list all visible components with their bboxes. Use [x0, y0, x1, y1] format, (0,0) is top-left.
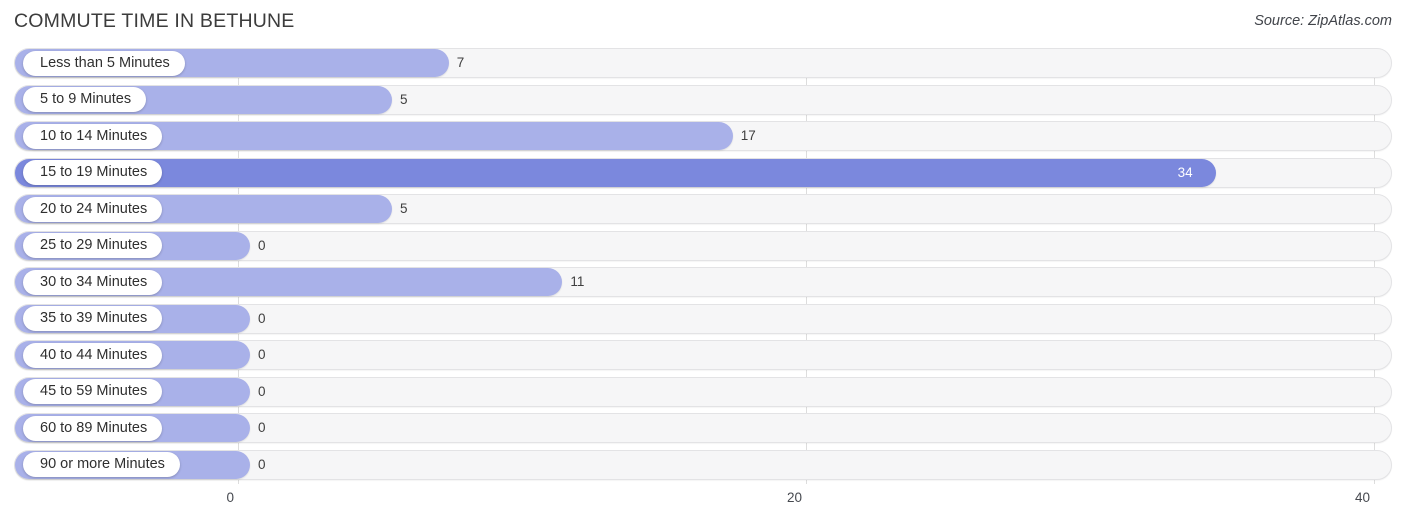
bar-value-label: 17 — [740, 128, 756, 143]
x-axis-tick-label: 40 — [1354, 490, 1370, 505]
page-title: COMMUTE TIME IN BETHUNE — [14, 10, 295, 32]
bar-row[interactable]: 10 to 14 Minutes 17 — [0, 121, 1406, 151]
bar-row[interactable]: 90 or more Minutes 0 — [0, 449, 1406, 480]
bar-value-label: 5 — [400, 91, 408, 107]
bar-row[interactable]: Less than 5 Minutes 7 — [0, 48, 1406, 78]
category-label: 20 to 24 Minutes — [23, 196, 163, 222]
bar[interactable] — [15, 158, 1216, 187]
bar-row[interactable]: 15 to 19 Minutes 34 — [0, 157, 1406, 188]
bar-value-label: 0 — [258, 420, 266, 435]
category-label: 10 to 14 Minutes — [23, 123, 163, 149]
bar-row[interactable]: 25 to 29 Minutes 0 — [0, 230, 1406, 261]
chart-page: COMMUTE TIME IN BETHUNE Source: ZipAtlas… — [0, 0, 1406, 523]
bar-row[interactable]: 30 to 34 Minutes 11 — [0, 267, 1406, 297]
bar-value-label: 5 — [400, 201, 408, 216]
bar-row[interactable]: 35 to 39 Minutes 0 — [0, 303, 1406, 334]
category-label: 30 to 34 Minutes — [23, 269, 163, 295]
x-axis-tick-label: 0 — [226, 490, 234, 505]
bar-row[interactable]: 5 to 9 Minutes 5 — [0, 84, 1406, 115]
category-label: 60 to 89 Minutes — [23, 415, 163, 441]
category-label: 90 or more Minutes — [23, 452, 180, 477]
category-label: 35 to 39 Minutes — [23, 306, 163, 331]
bar-value-label: 7 — [456, 55, 465, 70]
category-label: 15 to 19 Minutes — [23, 160, 163, 185]
bar-rows: Less than 5 Minutes 7 5 to 9 Minutes 5 10 to… — [0, 48, 1406, 486]
bar-value-label: 0 — [258, 456, 266, 472]
bar-value-label: 11 — [570, 274, 585, 289]
bar-value-label: 0 — [258, 383, 266, 399]
bar-row[interactable]: 45 to 59 Minutes 0 — [0, 376, 1406, 407]
bar-value-label: 0 — [258, 237, 266, 253]
category-label: Less than 5 Minutes — [23, 50, 185, 76]
bar-value-label: 0 — [258, 310, 266, 326]
bar-value-label: 34 — [1177, 164, 1193, 180]
category-label: 40 to 44 Minutes — [23, 342, 163, 368]
category-label: 25 to 29 Minutes — [23, 233, 163, 258]
bar-row[interactable]: 40 to 44 Minutes 0 — [0, 340, 1406, 370]
bar-row[interactable]: 60 to 89 Minutes 0 — [0, 413, 1406, 443]
x-axis: 0 20 40 — [0, 486, 1406, 523]
x-axis-tick-label: 20 — [786, 490, 802, 505]
bar-value-label: 0 — [258, 347, 266, 362]
category-label: 45 to 59 Minutes — [23, 379, 163, 404]
source-attribution: Source: ZipAtlas.com — [1254, 13, 1392, 29]
bar-row[interactable]: 20 to 24 Minutes 5 — [0, 194, 1406, 224]
category-label: 5 to 9 Minutes — [23, 87, 147, 112]
plot-area: Less than 5 Minutes 7 5 to 9 Minutes 5 10 to… — [0, 48, 1406, 486]
